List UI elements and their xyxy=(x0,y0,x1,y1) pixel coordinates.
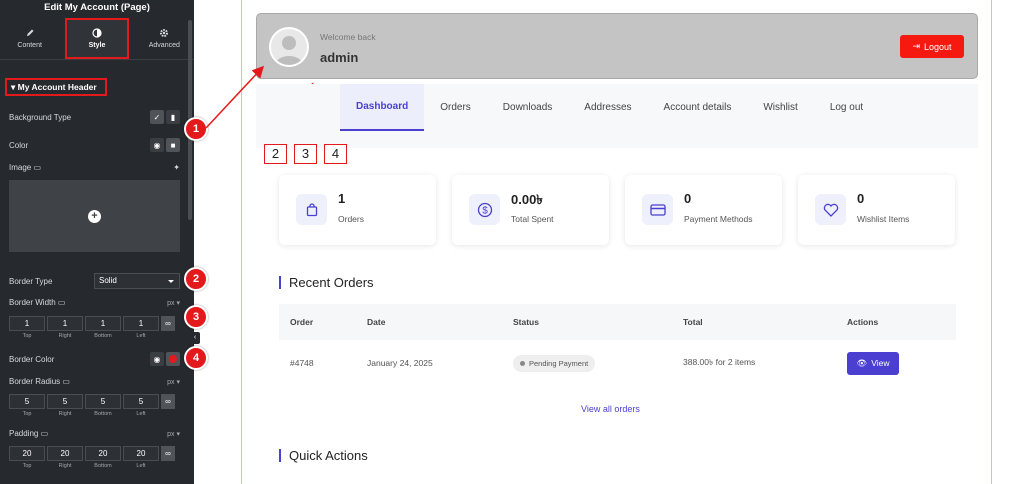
ref-box-2: 2 xyxy=(264,144,287,164)
stat-card-wishlist: 0 Wishlist Items xyxy=(798,175,955,245)
column-header: Actions xyxy=(847,317,879,327)
column-header: Order xyxy=(290,317,314,327)
nav-downloads[interactable]: Downloads xyxy=(487,84,568,131)
nav-addresses[interactable]: Addresses xyxy=(568,84,647,131)
svg-text:$: $ xyxy=(482,205,488,216)
order-number[interactable]: #4748 xyxy=(290,358,314,368)
dollar-icon: $ xyxy=(469,194,500,225)
ref-box-3: 3 xyxy=(294,144,317,164)
table-row: #4748 January 24, 2025 Pending Payment 3… xyxy=(279,343,956,383)
stat-value: 0.00৳ xyxy=(511,192,543,207)
arrow-1 xyxy=(205,65,265,129)
view-label: View xyxy=(871,358,890,368)
order-date: January 24, 2025 xyxy=(367,358,433,368)
column-header: Total xyxy=(683,317,703,327)
column-header: Date xyxy=(367,317,386,327)
column-header: Status xyxy=(513,317,539,327)
nav-wishlist[interactable]: Wishlist xyxy=(747,84,813,131)
view-all-orders-link[interactable]: View all orders xyxy=(581,404,640,414)
status-dot xyxy=(520,360,525,366)
heart-icon xyxy=(815,194,846,225)
stat-value: 1 xyxy=(338,191,346,206)
stat-card-orders: 1 Orders xyxy=(279,175,436,245)
order-total: 388.00৳ for 2 items xyxy=(683,357,756,367)
stat-label: Orders xyxy=(338,214,364,224)
bag-icon xyxy=(296,194,327,225)
stat-label: Payment Methods xyxy=(684,214,753,224)
stat-label: Total Spent xyxy=(511,214,554,224)
eye-icon: 👁 xyxy=(856,357,868,368)
stat-value: 0 xyxy=(857,191,865,206)
stat-card-payment-methods: 0 Payment Methods xyxy=(625,175,782,245)
view-order-button[interactable]: 👁 View xyxy=(847,351,899,375)
stat-card-total-spent: $ 0.00৳ Total Spent xyxy=(452,175,609,245)
stat-value: 0 xyxy=(684,191,692,206)
status-badge: Pending Payment xyxy=(513,354,596,372)
account-nav: Dashboard Orders Downloads Addresses Acc… xyxy=(256,84,978,148)
nav-logout[interactable]: Log out xyxy=(814,84,879,131)
orders-table-header: Order Date Status Total Actions xyxy=(279,304,956,340)
card-icon xyxy=(642,194,673,225)
quick-actions-title: Quick Actions xyxy=(279,449,368,462)
nav-dashboard[interactable]: Dashboard xyxy=(340,84,425,131)
ref-box-4: 4 xyxy=(324,144,347,164)
recent-orders-title: Recent Orders xyxy=(279,276,374,289)
nav-orders[interactable]: Orders xyxy=(424,84,487,131)
stats-cards: 1 Orders $ 0.00৳ Total Spent 0 Payment M… xyxy=(279,175,955,245)
status-text: Pending Payment xyxy=(529,358,589,368)
nav-account-details[interactable]: Account details xyxy=(648,84,748,131)
stat-label: Wishlist Items xyxy=(857,214,910,224)
